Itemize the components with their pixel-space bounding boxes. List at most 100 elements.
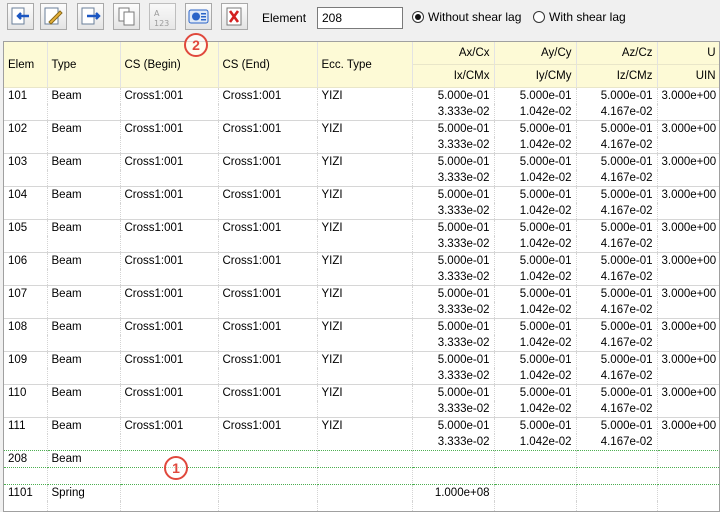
cell-az[interactable] bbox=[576, 484, 658, 501]
table-row[interactable]: 111 Beam Cross1:001 Cross1:001 YIZI 5.000e-01… bbox=[4, 417, 719, 434]
cell-az[interactable] bbox=[576, 450, 658, 468]
header-u[interactable]: U bbox=[657, 42, 719, 65]
delete-button[interactable] bbox=[221, 3, 248, 30]
cell-iy[interactable]: 1.042e-02 bbox=[494, 203, 577, 220]
cell-empty[interactable] bbox=[218, 368, 318, 385]
cell-csb[interactable]: Cross1:001 bbox=[120, 186, 219, 203]
cell-iz[interactable]: 4.167e-02 bbox=[576, 302, 658, 319]
cell-type[interactable]: Beam bbox=[47, 450, 121, 468]
table-row-secondary[interactable] bbox=[4, 501, 719, 511]
cell-iy[interactable]: 1.042e-02 bbox=[494, 368, 577, 385]
header-ix[interactable]: Ix/CMx bbox=[412, 64, 495, 88]
table-row[interactable]: 102 Beam Cross1:001 Cross1:001 YIZI 5.000e-01… bbox=[4, 120, 719, 137]
cell-u[interactable]: 3.000e+00 bbox=[657, 351, 719, 368]
cell-ax[interactable]: 1.000e+08 bbox=[412, 484, 495, 501]
cell-empty[interactable] bbox=[120, 203, 219, 220]
cell-ecc[interactable] bbox=[317, 484, 413, 501]
cell-iz[interactable]: 4.167e-02 bbox=[576, 137, 658, 154]
cell-ay[interactable]: 5.000e-01 bbox=[494, 285, 577, 302]
cell-uin[interactable] bbox=[657, 104, 719, 121]
cell-empty[interactable] bbox=[47, 236, 121, 253]
cell-elem[interactable]: 103 bbox=[4, 153, 48, 170]
cell-empty[interactable] bbox=[4, 170, 48, 187]
cell-az[interactable]: 5.000e-01 bbox=[576, 219, 658, 236]
cell-elem[interactable]: 106 bbox=[4, 252, 48, 269]
cell-ix[interactable] bbox=[412, 467, 495, 485]
cell-ix[interactable]: 3.333e-02 bbox=[412, 104, 495, 121]
cell-type[interactable]: Beam bbox=[47, 252, 121, 269]
cell-empty[interactable] bbox=[218, 104, 318, 121]
cell-elem[interactable]: 107 bbox=[4, 285, 48, 302]
cell-ecc[interactable]: YIZI bbox=[317, 120, 413, 137]
cell-empty[interactable] bbox=[120, 401, 219, 418]
cell-empty[interactable] bbox=[218, 137, 318, 154]
cell-az[interactable]: 5.000e-01 bbox=[576, 153, 658, 170]
cell-type[interactable]: Beam bbox=[47, 87, 121, 104]
cell-ax[interactable]: 5.000e-01 bbox=[412, 351, 495, 368]
table-row[interactable]: 107 Beam Cross1:001 Cross1:001 YIZI 5.000e-01… bbox=[4, 285, 719, 302]
table-row-secondary[interactable]: 3.333e-02 1.042e-02 4.167e-02 bbox=[4, 137, 719, 154]
cell-uin[interactable] bbox=[657, 401, 719, 418]
cell-az[interactable]: 5.000e-01 bbox=[576, 384, 658, 401]
cell-iy[interactable]: 1.042e-02 bbox=[494, 434, 577, 451]
cell-cse[interactable]: Cross1:001 bbox=[218, 219, 318, 236]
cell-iy[interactable]: 1.042e-02 bbox=[494, 335, 577, 352]
cell-az[interactable]: 5.000e-01 bbox=[576, 87, 658, 104]
cell-empty[interactable] bbox=[47, 137, 121, 154]
cell-csb[interactable]: Cross1:001 bbox=[120, 417, 219, 434]
table-row[interactable]: 108 Beam Cross1:001 Cross1:001 YIZI 5.000e-01… bbox=[4, 318, 719, 335]
table-row[interactable]: 110 Beam Cross1:001 Cross1:001 YIZI 5.000e-01… bbox=[4, 384, 719, 401]
cell-az[interactable]: 5.000e-01 bbox=[576, 120, 658, 137]
cell-empty[interactable] bbox=[4, 104, 48, 121]
cell-ecc[interactable]: YIZI bbox=[317, 384, 413, 401]
cell-empty[interactable] bbox=[120, 368, 219, 385]
cell-iz[interactable] bbox=[576, 467, 658, 485]
cell-uin[interactable] bbox=[657, 368, 719, 385]
table-row[interactable]: 1101 Spring 1.000e+08 bbox=[4, 484, 719, 501]
cell-uin[interactable] bbox=[657, 269, 719, 286]
cell-empty[interactable] bbox=[120, 104, 219, 121]
cell-empty[interactable] bbox=[47, 467, 121, 485]
cell-empty[interactable] bbox=[120, 434, 219, 451]
table-row[interactable]: 109 Beam Cross1:001 Cross1:001 YIZI 5.000e-01… bbox=[4, 351, 719, 368]
cell-empty[interactable] bbox=[218, 434, 318, 451]
cell-u[interactable]: 3.000e+00 bbox=[657, 186, 719, 203]
table-row-secondary[interactable]: 3.333e-02 1.042e-02 4.167e-02 bbox=[4, 401, 719, 418]
cell-csb[interactable] bbox=[120, 484, 219, 501]
table-row-secondary[interactable]: 3.333e-02 1.042e-02 4.167e-02 bbox=[4, 104, 719, 121]
cell-uin[interactable] bbox=[657, 434, 719, 451]
cell-ix[interactable]: 3.333e-02 bbox=[412, 203, 495, 220]
cell-csb[interactable]: Cross1:001 bbox=[120, 219, 219, 236]
cell-ax[interactable]: 5.000e-01 bbox=[412, 285, 495, 302]
cell-iy[interactable]: 1.042e-02 bbox=[494, 137, 577, 154]
with-shear-lag-radio[interactable]: With shear lag bbox=[533, 10, 626, 24]
header-type[interactable]: Type bbox=[47, 42, 121, 88]
table-row-secondary[interactable]: 3.333e-02 1.042e-02 4.167e-02 bbox=[4, 170, 719, 187]
cell-iz[interactable]: 4.167e-02 bbox=[576, 401, 658, 418]
cell-elem[interactable]: 104 bbox=[4, 186, 48, 203]
info-button[interactable] bbox=[185, 3, 212, 30]
cell-iz[interactable]: 4.167e-02 bbox=[576, 170, 658, 187]
cell-empty[interactable] bbox=[317, 170, 413, 187]
cell-ix[interactable]: 3.333e-02 bbox=[412, 335, 495, 352]
cell-empty[interactable] bbox=[47, 203, 121, 220]
export-button[interactable] bbox=[77, 3, 104, 30]
cell-iz[interactable]: 4.167e-02 bbox=[576, 434, 658, 451]
cell-empty[interactable] bbox=[317, 501, 413, 511]
cell-ay[interactable]: 5.000e-01 bbox=[494, 252, 577, 269]
cell-iz[interactable]: 4.167e-02 bbox=[576, 203, 658, 220]
cell-cse[interactable]: Cross1:001 bbox=[218, 318, 318, 335]
table-row[interactable]: 105 Beam Cross1:001 Cross1:001 YIZI 5.000e-01… bbox=[4, 219, 719, 236]
cell-cse[interactable]: Cross1:001 bbox=[218, 285, 318, 302]
cell-ecc[interactable]: YIZI bbox=[317, 186, 413, 203]
cell-empty[interactable] bbox=[218, 236, 318, 253]
cell-cse[interactable]: Cross1:001 bbox=[218, 186, 318, 203]
table-row-secondary[interactable]: 3.333e-02 1.042e-02 4.167e-02 bbox=[4, 302, 719, 319]
table-row[interactable]: 106 Beam Cross1:001 Cross1:001 YIZI 5.000e-01… bbox=[4, 252, 719, 269]
cell-iz[interactable]: 4.167e-02 bbox=[576, 104, 658, 121]
cell-csb[interactable]: Cross1:001 bbox=[120, 120, 219, 137]
cell-ax[interactable]: 5.000e-01 bbox=[412, 252, 495, 269]
cell-elem[interactable]: 105 bbox=[4, 219, 48, 236]
cell-empty[interactable] bbox=[218, 269, 318, 286]
cell-empty[interactable] bbox=[218, 203, 318, 220]
